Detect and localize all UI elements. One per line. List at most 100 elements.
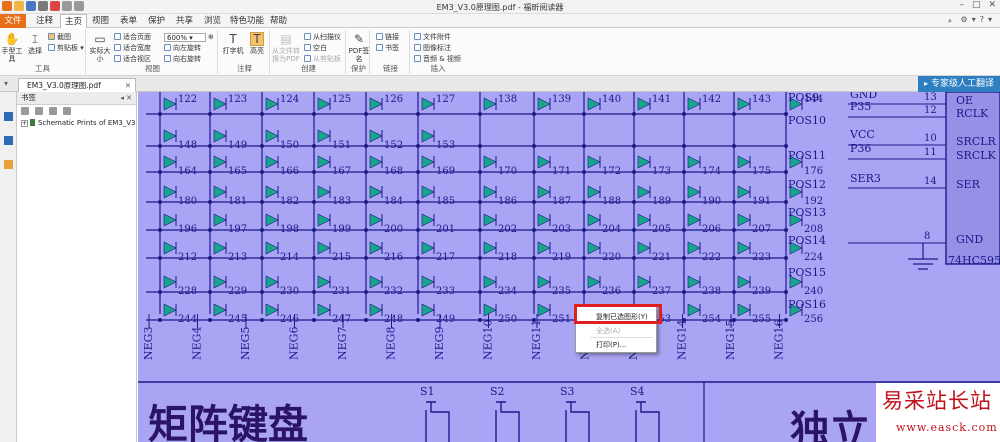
junction-dot (416, 112, 420, 116)
pages-panel-icon[interactable] (4, 136, 13, 145)
led-label: 188 (602, 196, 621, 207)
highlight-button[interactable]: T 高亮 (246, 32, 268, 55)
led-label: 240 (804, 286, 823, 297)
screenshot-button[interactable]: 截图 (48, 33, 71, 42)
junction-dot (682, 228, 686, 232)
led-label: 198 (280, 224, 299, 235)
ribbon-group-view: ▭ 实际大小 适合页面 适合宽度 适合视区 600% ▾ ⊕ 向左旋转 向右旋转 … (88, 30, 218, 74)
led-symbol (369, 241, 383, 255)
panel-controls[interactable]: ◂ ✕ (120, 92, 132, 104)
led-label: 143 (752, 94, 771, 105)
led-label: 164 (178, 166, 197, 177)
link-button[interactable]: 链接 (376, 33, 399, 42)
junction-dot (312, 228, 316, 232)
tab-protect[interactable]: 保护 (144, 14, 169, 28)
tab-annotate[interactable]: 注释 (32, 14, 57, 28)
convert-to-pdf-button[interactable]: ▤ 从文件转换为PDF (272, 32, 300, 63)
hand-tool-button[interactable]: ✋ 手型工具 (1, 32, 23, 63)
close-icon[interactable]: ✕ (988, 0, 996, 10)
ic-pin-number: 14 (924, 176, 937, 187)
led-label: 250 (498, 314, 517, 325)
led-symbol (421, 185, 435, 199)
add-bookmark-icon[interactable] (35, 107, 43, 115)
select-all-item[interactable]: 全选(A) (576, 325, 656, 337)
led-symbol (265, 275, 279, 289)
tab-share[interactable]: 共享 (172, 14, 197, 28)
comments-panel-icon[interactable] (4, 160, 13, 169)
actual-size-button[interactable]: ▭ 实际大小 (89, 32, 111, 63)
select-tool-button[interactable]: 𝙸 选择 (24, 32, 46, 55)
document-tab[interactable]: EM3_V3.0原理图.pdf ✕ (18, 78, 136, 92)
ribbon-group-insert: 文件附件 图像标注 音频 & 视频 插入 (412, 30, 464, 74)
led-label: 168 (384, 166, 403, 177)
tab-help[interactable]: 帮助 (266, 14, 291, 28)
junction-dot (260, 144, 264, 148)
tab-features[interactable]: 特色功能 (226, 14, 268, 28)
led-label: 172 (602, 166, 621, 177)
ribbon: ✋ 手型工具 𝙸 选择 截图 剪贴板 ▾ 工具 ▭ 实际大小 适合页面 适合宽度 适合… (0, 28, 1000, 76)
junction-dot (260, 256, 264, 260)
expand-icon[interactable]: + (21, 120, 28, 127)
tab-view[interactable]: 视图 (88, 14, 113, 28)
zoom-select[interactable]: 600% ▾ (164, 33, 206, 42)
print-item[interactable]: 打印(P)... (576, 339, 656, 351)
menu-right-controls[interactable]: ⚙▾?▾ (961, 15, 996, 24)
led-label: 214 (280, 252, 299, 263)
close-tab-icon[interactable]: ✕ (125, 79, 131, 92)
typewriter-button[interactable]: T 打字机 (222, 32, 244, 55)
tab-form[interactable]: 表单 (116, 14, 141, 28)
zoom-in-icon[interactable]: ⊕ (208, 33, 214, 42)
tab-browse[interactable]: 浏览 (200, 14, 225, 28)
led-label: 206 (702, 224, 721, 235)
led-symbol (537, 303, 551, 317)
translate-button[interactable]: ▸ 专家级人工翻译 (918, 76, 1000, 92)
highlight-box (574, 304, 662, 324)
watermark-title: 易采站长站 (882, 389, 992, 413)
bookmark-item[interactable]: +Schematic Prints of EM3_V3.0.Ä Àè (17, 118, 136, 128)
switch-symbol (565, 401, 590, 442)
tab-home[interactable]: 主页 (60, 14, 88, 28)
bookmark-button[interactable]: 书签 (376, 44, 399, 53)
fit-page-button[interactable]: 适合页面 (114, 33, 151, 42)
ic-pin-label: SRCLR (956, 135, 997, 148)
tab-menu-icon[interactable]: ▾ (4, 79, 8, 88)
fit-width-button[interactable]: 适合宽度 (114, 44, 151, 53)
led-label: 205 (652, 224, 671, 235)
junction-dot (732, 200, 736, 204)
net-label: VCC (849, 128, 875, 141)
expand-bookmark-icon[interactable] (21, 107, 29, 115)
maximize-icon[interactable]: □ (972, 0, 981, 10)
blank-button[interactable]: 空白 (304, 44, 327, 53)
file-menu[interactable]: 文件 (0, 14, 26, 28)
pdf-sign-button[interactable]: ✎ PDF签名 (348, 32, 370, 63)
bookmark-panel: 书签 ◂ ✕ +Schematic Prints of EM3_V3.0.Ä À… (17, 92, 137, 442)
led-symbol (213, 213, 227, 227)
document-view[interactable]: 122 123 124 125 126 127 138 139 140 141 142 143 144 1… (138, 92, 1000, 442)
from-scanner-button[interactable]: 从扫描仪 (304, 33, 341, 42)
led-symbol (737, 97, 751, 111)
rotate-left-button[interactable]: 向左旋转 (164, 44, 201, 53)
led-label: 249 (436, 314, 455, 325)
pos-label: POS9 (788, 92, 819, 104)
delete-bookmark-icon[interactable] (49, 107, 57, 115)
clipboard-button[interactable]: 剪贴板 ▾ (48, 44, 84, 53)
bookmarks-panel-icon[interactable] (4, 112, 13, 121)
pos-label: POS15 (788, 266, 826, 279)
junction-dot (312, 144, 316, 148)
led-symbol (587, 275, 601, 289)
led-label: 171 (552, 166, 571, 177)
bookmark-options-icon[interactable] (63, 107, 71, 115)
ic-pin-label: SER (956, 178, 981, 191)
junction-dot (582, 228, 586, 232)
led-label: 216 (384, 252, 403, 263)
junction-dot (732, 170, 736, 174)
image-annotation-button[interactable]: 图像标注 (414, 44, 451, 53)
led-symbol (369, 155, 383, 169)
junction-dot (158, 228, 162, 232)
neg-label: NEG4 (191, 327, 204, 360)
minimize-icon[interactable]: – (959, 0, 964, 10)
led-symbol (737, 303, 751, 317)
junction-dot (632, 228, 636, 232)
attachment-button[interactable]: 文件附件 (414, 33, 451, 42)
net-label: SER3 (850, 172, 881, 185)
